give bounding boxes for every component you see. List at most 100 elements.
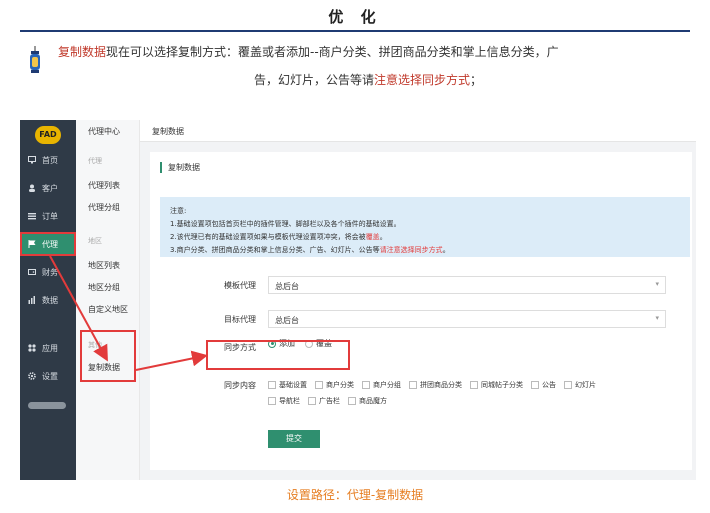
- checkbox-label: 广告栏: [319, 397, 340, 405]
- notice-line-3a: 3.商户分类、拼团商品分类和掌上信息分类、广告、幻灯片、公告等: [170, 246, 380, 254]
- checkbox-icon: [315, 381, 323, 389]
- main-content: 复制数据 复制数据 注意: 1.基础设置项包括首页栏中的插件管理、脚部栏以及各个…: [140, 120, 696, 480]
- target-agent-value: 总后台: [275, 316, 299, 325]
- settings-path-caption: 设置路径：代理-复制数据: [286, 488, 424, 502]
- checkbox-label: 幻灯片: [575, 381, 596, 389]
- checkbox-group-buy-category[interactable]: 拼团商品分类: [409, 380, 462, 390]
- title-rule: [20, 30, 690, 32]
- checkbox-label: 商户分组: [373, 381, 401, 389]
- checkbox-city-post-category[interactable]: 同城帖子分类: [470, 380, 523, 390]
- checkbox-icon: [268, 397, 276, 405]
- app-logo: FAD: [35, 126, 61, 144]
- notice-line-3: 3.商户分类、拼团商品分类和掌上信息分类、广告、幻灯片、公告等请注意选择同步方式…: [170, 244, 680, 257]
- nav-label: 订单: [42, 211, 58, 221]
- checkbox-icon: [531, 381, 539, 389]
- sync-content-label: 同步内容: [224, 381, 256, 390]
- sync-content-checkboxes: 基础设置 商户分类 商户分组 拼团商品分类 同城帖子分类 公告 幻灯片 导航栏 …: [268, 380, 598, 406]
- nav-item-customers[interactable]: 客户: [20, 176, 76, 200]
- list-icon: [28, 213, 36, 220]
- checkbox-basic-settings[interactable]: 基础设置: [268, 380, 307, 390]
- breadcrumb-current: 复制数据: [152, 127, 184, 136]
- gear-icon: [28, 372, 36, 380]
- article-description: 复制数据现在可以选择复制方式：覆盖或者添加--商户分类、拼团商品分类和掌上信息分…: [58, 38, 678, 94]
- checkbox-label: 导航栏: [279, 397, 300, 405]
- monitor-icon: [28, 156, 36, 164]
- nav-item-apps[interactable]: 应用: [20, 336, 76, 360]
- submenu-item-custom-region[interactable]: 自定义地区: [88, 304, 128, 315]
- copy-data-card: 复制数据 注意: 1.基础设置项包括首页栏中的插件管理、脚部栏以及各个插件的基础…: [150, 152, 692, 470]
- checkbox-product-cube[interactable]: 商品魔方: [348, 396, 387, 406]
- nav-label: 应用: [42, 343, 58, 353]
- highlight-box-copy-data: [80, 330, 136, 382]
- checkbox-slideshow[interactable]: 幻灯片: [564, 380, 596, 390]
- lantern-icon: [30, 46, 40, 73]
- checkbox-label: 拼团商品分类: [420, 381, 462, 389]
- user-icon: [29, 184, 35, 192]
- desc-text-2: 告，幻灯片，公告等请: [253, 73, 374, 87]
- desc-highlight-sync: 注意选择同步方式: [373, 73, 470, 87]
- notice-line-2a: 2.该代理已有的基础设置项如果与模板代理设置项冲突，将会被: [170, 233, 366, 241]
- nav-label: 数据: [42, 295, 58, 305]
- checkbox-ad-bar[interactable]: 广告栏: [308, 396, 340, 406]
- checkbox-icon: [268, 381, 276, 389]
- apps-icon: [28, 344, 36, 352]
- nav-item-orders[interactable]: 订单: [20, 204, 76, 228]
- flag-icon: [28, 240, 36, 248]
- notice-line-2-red: 覆盖: [365, 233, 380, 241]
- nav-item-home[interactable]: 首页: [20, 148, 76, 172]
- checkbox-merchant-category[interactable]: 商户分类: [315, 380, 354, 390]
- checkbox-icon: [409, 381, 417, 389]
- checkbox-label: 公告: [542, 381, 556, 389]
- checkbox-icon: [564, 381, 572, 389]
- target-agent-label: 目标代理: [224, 315, 256, 324]
- highlight-box-sync-mode: [206, 340, 350, 370]
- notice-line-3b: 。: [442, 246, 450, 254]
- wallet-icon: [28, 269, 36, 275]
- nav-item-settings[interactable]: 设置: [20, 364, 76, 388]
- submenu-group-region: 地区: [88, 237, 102, 245]
- admin-screenshot: FAD 首页 客户 订单 代理 财务 数据 应用 设置 代理中心 代理 代理列表…: [20, 120, 696, 480]
- nav-label: 客户: [42, 183, 58, 193]
- submenu-group-agent: 代理: [88, 157, 102, 165]
- card-title: 复制数据: [160, 162, 200, 173]
- template-agent-select[interactable]: 总后台 ▾: [268, 276, 666, 294]
- notice-title: 注意:: [170, 207, 187, 215]
- chevron-down-icon: ▾: [655, 280, 659, 288]
- notice-box: 注意: 1.基础设置项包括首页栏中的插件管理、脚部栏以及各个插件的基础设置。 2…: [160, 197, 690, 257]
- nav-label: 代理: [42, 239, 58, 249]
- checkbox-icon: [362, 381, 370, 389]
- desc-highlight-copy: 复制数据: [58, 45, 107, 59]
- target-agent-select[interactable]: 总后台 ▾: [268, 310, 666, 328]
- checkbox-icon: [470, 381, 478, 389]
- submit-button[interactable]: 提交: [268, 430, 320, 448]
- checkbox-label: 商品魔方: [359, 397, 387, 405]
- sub-sidebar: 代理中心 代理 代理列表 代理分组 地区 地区列表 地区分组 自定义地区 其他 …: [76, 120, 140, 480]
- checkbox-icon: [348, 397, 356, 405]
- checkbox-label: 基础设置: [279, 381, 307, 389]
- submenu-item-region-group[interactable]: 地区分组: [88, 282, 120, 293]
- submenu-item-agent-group[interactable]: 代理分组: [88, 202, 120, 213]
- main-sidebar: FAD 首页 客户 订单 代理 财务 数据 应用 设置: [20, 120, 76, 480]
- checkbox-nav-bar[interactable]: 导航栏: [268, 396, 300, 406]
- nav-label: 设置: [42, 371, 58, 381]
- chart-icon: [28, 296, 35, 304]
- checkbox-label: 同城帖子分类: [481, 381, 523, 389]
- checkbox-icon: [308, 397, 316, 405]
- desc-line-2: 告，幻灯片，公告等请注意选择同步方式；: [58, 66, 678, 94]
- checkbox-announcement[interactable]: 公告: [531, 380, 556, 390]
- nav-label: 首页: [42, 155, 58, 165]
- notice-line-1: 1.基础设置项包括首页栏中的插件管理、脚部栏以及各个插件的基础设置。: [170, 220, 401, 228]
- chevron-down-icon: ▾: [655, 314, 659, 322]
- checkbox-merchant-group[interactable]: 商户分组: [362, 380, 401, 390]
- nav-item-data[interactable]: 数据: [20, 288, 76, 312]
- article-title: 优 化: [328, 8, 382, 26]
- notice-line-3-red: 请注意选择同步方式: [379, 246, 443, 254]
- user-name-placeholder: [28, 402, 66, 409]
- desc-text-1: 现在可以选择复制方式：覆盖或者添加--商户分类、拼团商品分类和掌上信息分类，广: [106, 45, 559, 59]
- nav-item-agent[interactable]: 代理: [20, 232, 76, 256]
- nav-item-finance[interactable]: 财务: [20, 260, 76, 284]
- submenu-item-region-list[interactable]: 地区列表: [88, 260, 120, 271]
- submenu-item-agent-list[interactable]: 代理列表: [88, 180, 120, 191]
- breadcrumb: 复制数据: [140, 120, 696, 142]
- checkbox-label: 商户分类: [326, 381, 354, 389]
